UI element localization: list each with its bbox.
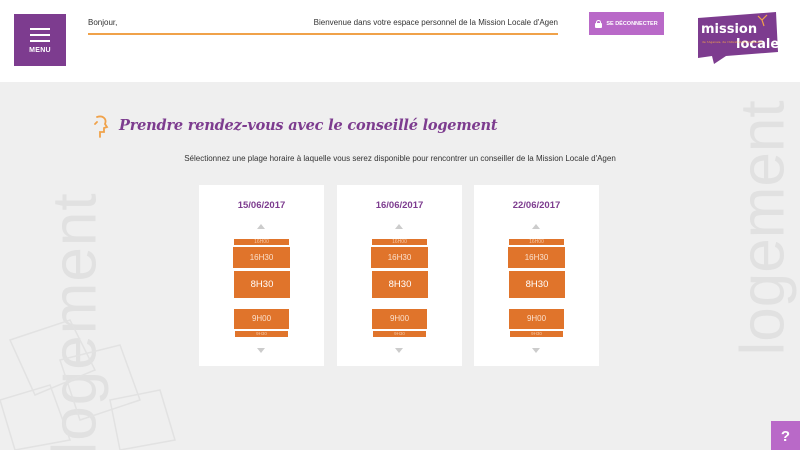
hamburger-icon-bar bbox=[30, 40, 50, 42]
scroll-down-arrow-icon[interactable] bbox=[395, 348, 403, 353]
help-button[interactable]: ? bbox=[771, 421, 800, 450]
logo-text-top: mission bbox=[701, 22, 757, 37]
scroll-up-arrow-icon[interactable] bbox=[532, 224, 540, 229]
profile-icon bbox=[94, 115, 109, 138]
time-slot-selected[interactable]: 8H30 bbox=[372, 271, 428, 298]
card-date: 16/06/2017 bbox=[375, 200, 424, 211]
decorative-shapes bbox=[0, 319, 176, 450]
time-slot[interactable]: 9H00 bbox=[509, 309, 564, 329]
menu-label: MENU bbox=[29, 47, 51, 54]
date-card: 22/06/2017 16H00 16H30 8H30 9H00 9H30 bbox=[474, 185, 599, 366]
scroll-down-arrow-icon[interactable] bbox=[532, 348, 540, 353]
logout-label: SE DÉCONNECTER bbox=[606, 20, 658, 27]
time-slot[interactable]: 16H00 bbox=[234, 239, 289, 245]
date-card: 15/06/2017 16H00 16H30 8H30 9H00 9H30 bbox=[199, 185, 324, 366]
time-slot[interactable]: 16H00 bbox=[372, 239, 427, 245]
greeting-text: Bonjour, bbox=[88, 18, 118, 27]
page-title: Prendre rendez-vous avec le conseillé lo… bbox=[119, 117, 498, 134]
date-card: 16/06/2017 16H00 16H30 8H30 9H00 9H30 bbox=[337, 185, 462, 366]
card-date: 22/06/2017 bbox=[512, 200, 561, 211]
mission-locale-logo[interactable]: mission locale de l'Agenais, de l'Albret… bbox=[696, 12, 778, 64]
hamburger-icon bbox=[30, 28, 50, 30]
time-slot[interactable]: 9H00 bbox=[372, 309, 427, 329]
intro-text: Sélectionnez une plage horaire à laquell… bbox=[184, 154, 616, 163]
time-slot[interactable]: 16H30 bbox=[508, 247, 565, 268]
scroll-up-arrow-icon[interactable] bbox=[257, 224, 265, 229]
top-header: MENU Bonjour, Bienvenue dans votre espac… bbox=[0, 0, 800, 82]
time-slot-selected[interactable]: 8H30 bbox=[234, 271, 290, 298]
time-slot[interactable]: 16H00 bbox=[509, 239, 564, 245]
welcome-text: Bienvenue dans votre espace personnel de… bbox=[313, 18, 558, 27]
time-slot[interactable]: 9H00 bbox=[234, 309, 289, 329]
time-slot[interactable]: 9H30 bbox=[235, 331, 288, 337]
time-slot[interactable]: 9H30 bbox=[373, 331, 426, 337]
logo-tagline: de l'Agenais, de l'Albret et du Confluen… bbox=[702, 40, 763, 44]
greeting-bar: Bonjour, Bienvenue dans votre espace per… bbox=[88, 16, 558, 35]
hamburger-icon-bar bbox=[30, 34, 50, 36]
lock-icon bbox=[595, 19, 603, 28]
menu-button[interactable]: MENU bbox=[14, 14, 66, 66]
time-slot[interactable]: 16H30 bbox=[233, 247, 290, 268]
time-slot[interactable]: 9H30 bbox=[510, 331, 563, 337]
scroll-up-arrow-icon[interactable] bbox=[395, 224, 403, 229]
card-date: 15/06/2017 bbox=[237, 200, 286, 211]
scroll-down-arrow-icon[interactable] bbox=[257, 348, 265, 353]
time-slot-selected[interactable]: 8H30 bbox=[509, 271, 565, 298]
time-slot[interactable]: 16H30 bbox=[371, 247, 428, 268]
logout-button[interactable]: SE DÉCONNECTER bbox=[589, 12, 664, 35]
